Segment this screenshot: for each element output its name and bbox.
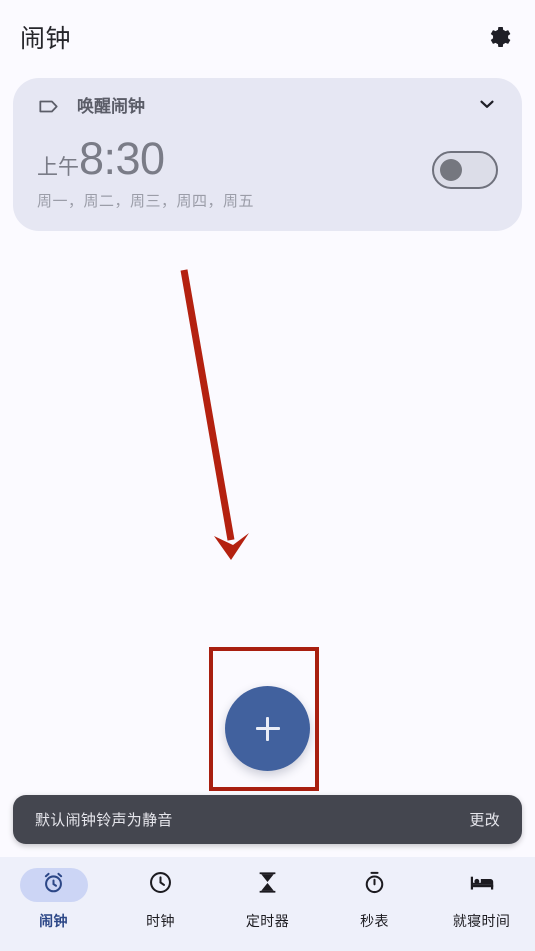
- alarm-card-header: 唤醒闹钟: [13, 78, 522, 134]
- nav-pill-bedtime: [448, 868, 516, 902]
- chevron-down-icon: [476, 93, 498, 120]
- toggle-thumb: [440, 159, 462, 181]
- nav-pill-stopwatch: [341, 868, 409, 902]
- bottom-navigation-bar: 闹钟 时钟 定时器 秒表 就寝时间: [0, 857, 535, 951]
- alarm-card-body: 上午 8:30 周一，周二，周三，周四，周五: [37, 134, 502, 231]
- alarm-time-value: 8:30: [79, 133, 165, 184]
- app-bar: 闹钟: [0, 0, 535, 78]
- settings-button[interactable]: [481, 22, 515, 56]
- nav-pill-alarm: [19, 868, 88, 902]
- expand-alarm-button[interactable]: [474, 93, 500, 119]
- nav-label-alarm: 闹钟: [39, 913, 68, 929]
- alarm-label: 唤醒闹钟: [77, 96, 145, 116]
- nav-label-stopwatch: 秒表: [360, 913, 389, 929]
- alarm-card[interactable]: 唤醒闹钟 上午 8:30 周一，周二，周三，周四，周五: [13, 78, 522, 231]
- nav-label-clock: 时钟: [146, 913, 175, 929]
- alarm-clock-icon: [40, 869, 67, 901]
- alarm-ampm: 上午: [37, 156, 79, 179]
- alarm-time-block[interactable]: 上午 8:30 周一，周二，周三，周四，周五: [37, 134, 254, 211]
- tag-icon: [37, 93, 63, 119]
- nav-label-bedtime: 就寝时间: [452, 913, 511, 929]
- bed-icon: [468, 869, 496, 902]
- stopwatch-icon: [361, 869, 388, 901]
- nav-item-alarm[interactable]: 闹钟: [0, 857, 107, 951]
- nav-item-clock[interactable]: 时钟: [107, 857, 214, 951]
- clock-icon: [147, 869, 174, 901]
- alarm-repeat-days: 周一，周二，周三，周四，周五: [37, 193, 255, 210]
- add-alarm-fab[interactable]: [225, 686, 310, 771]
- nav-label-timer: 定时器: [245, 913, 290, 929]
- page-title: 闹钟: [20, 24, 72, 53]
- alarm-enable-toggle[interactable]: [432, 151, 498, 189]
- nav-item-stopwatch[interactable]: 秒表: [321, 857, 428, 951]
- alarm-time: 上午 8:30: [37, 136, 254, 181]
- hourglass-icon: [254, 869, 281, 901]
- nav-pill-clock: [127, 868, 195, 902]
- snackbar-action-button[interactable]: 更改: [469, 809, 500, 830]
- plus-icon: [255, 716, 280, 741]
- snackbar-message: 默认闹钟铃声为静音: [35, 812, 173, 829]
- nav-item-bedtime[interactable]: 就寝时间: [428, 857, 535, 951]
- nav-item-timer[interactable]: 定时器: [214, 857, 321, 951]
- snackbar: 默认闹钟铃声为静音 更改: [13, 795, 522, 844]
- gear-icon: [484, 23, 512, 56]
- nav-pill-timer: [234, 868, 302, 902]
